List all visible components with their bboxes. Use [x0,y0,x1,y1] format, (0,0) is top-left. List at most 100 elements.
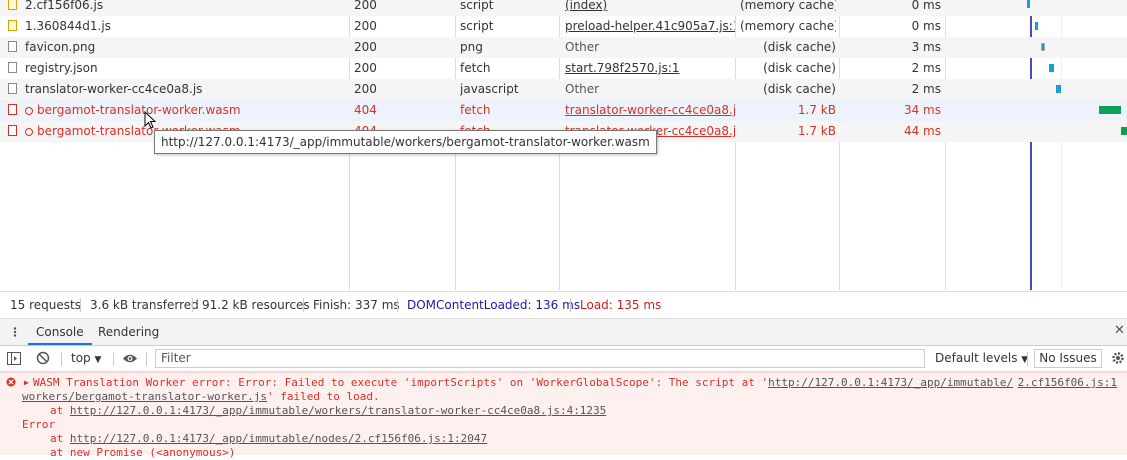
request-name-text: 2.cf156f06.js [25,0,104,12]
request-name: 1.360844d1.js [25,16,345,37]
console-source-link[interactable]: 2.cf156f06.js:1 [1018,376,1117,390]
request-time: 3 ms [845,37,941,58]
error-script-link-continued[interactable]: workers/bergamot-translator-worker.js [22,390,267,403]
request-row[interactable]: translator-worker-cc4ce0a8.js 200 javascri… [0,79,1127,100]
request-name-text: favicon.png [25,40,96,54]
request-row[interactable]: bergamot-translator-worker.wasm 404 fetch t… [0,100,1127,121]
request-initiator: Other [565,79,735,100]
request-type: fetch [460,100,555,121]
request-type: fetch [460,58,555,79]
dropdown-arrow-icon: ▼ [94,355,102,365]
request-name: 2.cf156f06.js [25,0,345,16]
error-script-link[interactable]: http://127.0.0.1:4173/_app/immutable/ [768,376,1013,389]
request-name-text: translator-worker-cc4ce0a8.js [25,82,203,96]
request-type-text: png [460,40,483,54]
mouse-cursor-icon [144,111,157,129]
request-size: (memory cache) [740,0,836,16]
request-type-text: fetch [460,103,491,117]
request-name: favicon.png [25,37,345,58]
request-time: 34 ms [845,100,941,121]
stack-frame-link[interactable]: http://127.0.0.1:4173/_app/immutable/nod… [70,432,487,445]
error-message-text: WASM Translation Worker error: Error: Fa… [33,376,769,389]
stack-error-label: Error [22,418,56,431]
file-icon [8,125,17,136]
js-file-icon [8,0,17,10]
request-time-text: 2 ms [911,61,941,75]
request-type: script [460,16,555,37]
request-name: bergamot-translator-worker.wasm [25,100,345,121]
close-drawer-icon[interactable]: ✕ [1114,323,1125,338]
request-size: (memory cache) [740,16,836,37]
request-status-text: 200 [354,82,377,96]
request-row[interactable]: 2.cf156f06.js 200 script (index) (memory cac… [0,0,1127,16]
js-file-icon [8,20,17,31]
request-type-text: script [460,0,494,12]
request-initiator-text: Other [565,40,600,54]
sidebar-toggle-icon[interactable] [7,352,21,365]
request-size-text: (disk cache) [763,61,836,75]
request-type: javascript [460,79,555,100]
error-message-text: ' failed to load. [267,390,380,403]
console-error-line: WASM Translation Worker error: Error: Fa… [33,376,1013,390]
request-initiator-text: (index) [565,0,608,12]
request-size-text: 1.7 kB [797,103,836,117]
request-status-text: 200 [354,0,377,12]
request-time-text: 34 ms [903,103,941,117]
request-name-text: registry.json [25,61,98,75]
request-status: 200 [354,16,449,37]
stack-frame-link[interactable]: http://127.0.0.1:4173/_app/immutable/wor… [70,404,606,417]
tab-console[interactable]: Console [28,319,92,345]
default-levels-dropdown[interactable]: Default levels ▼ [935,346,1028,371]
request-initiator[interactable]: (index) [565,0,735,16]
request-name: registry.json [25,58,345,79]
request-size-text: (disk cache) [763,40,836,54]
request-initiator: Other [565,37,735,58]
request-time: 0 ms [845,16,941,37]
settings-gear-icon[interactable] [1111,351,1125,365]
file-icon [8,41,17,52]
request-size-text: (memory cache) [740,0,836,12]
request-status-text: 200 [354,61,377,75]
waterfall-bar [1121,127,1127,135]
request-row[interactable]: registry.json 200 fetch start.798f2570.js:1… [0,58,1127,79]
transferred-size: 3.6 kB transferred [90,298,199,312]
stack-frame: at http://127.0.0.1:4173/_app/immutable/… [50,404,606,418]
file-icon [8,104,17,115]
stack-frame: at http://127.0.0.1:4173/_app/immutable/… [50,432,487,446]
request-initiator[interactable]: translator-worker-cc4ce0a8.js:4 [565,100,735,121]
filter-input[interactable]: Filter [155,349,925,368]
error-icon [6,377,16,387]
console-error-line: workers/bergamot-translator-worker.js' f… [22,390,380,404]
request-name-text: bergamot-translator-worker.wasm [37,103,241,117]
request-size: 1.7 kB [740,121,836,142]
request-initiator-text: Other [565,82,600,96]
file-icon [8,83,17,94]
request-initiator[interactable]: start.798f2570.js:1 [565,58,735,79]
issues-button[interactable]: No Issues [1034,349,1102,368]
finish-time: Finish: 337 ms [313,298,400,312]
clear-console-icon[interactable] [36,351,50,365]
waterfall-bar [1049,64,1054,72]
file-icon [8,62,17,73]
expand-triangle-icon[interactable]: ▶ [24,376,29,390]
drawer-menu-icon[interactable] [10,327,20,337]
request-size: 1.7 kB [740,100,836,121]
request-status-text: 200 [354,19,377,33]
levels-label: Default levels [935,351,1018,365]
request-time: 44 ms [845,121,941,142]
request-initiator[interactable]: preload-helper.41c905a7.js:1 [565,16,735,37]
request-type-text: fetch [460,61,491,75]
context-selector[interactable]: top ▼ [71,346,101,371]
request-size-text: (disk cache) [763,82,836,96]
tab-rendering[interactable]: Rendering [90,319,167,345]
live-expression-eye-icon[interactable] [122,353,138,364]
request-count: 15 requests [10,298,81,312]
request-row[interactable]: favicon.png 200 png Other (disk cache) 3 ms [0,37,1127,58]
request-time: 2 ms [845,79,941,100]
dom-content-loaded-time: DOMContentLoaded: 136 ms [407,298,581,312]
request-status-text: 200 [354,40,377,54]
resources-size: 91.2 kB resources [202,298,310,312]
load-time: Load: 135 ms [580,298,662,312]
request-row[interactable]: 1.360844d1.js 200 script preload-helper.41c… [0,16,1127,37]
waterfall-bar [1027,0,1030,8]
